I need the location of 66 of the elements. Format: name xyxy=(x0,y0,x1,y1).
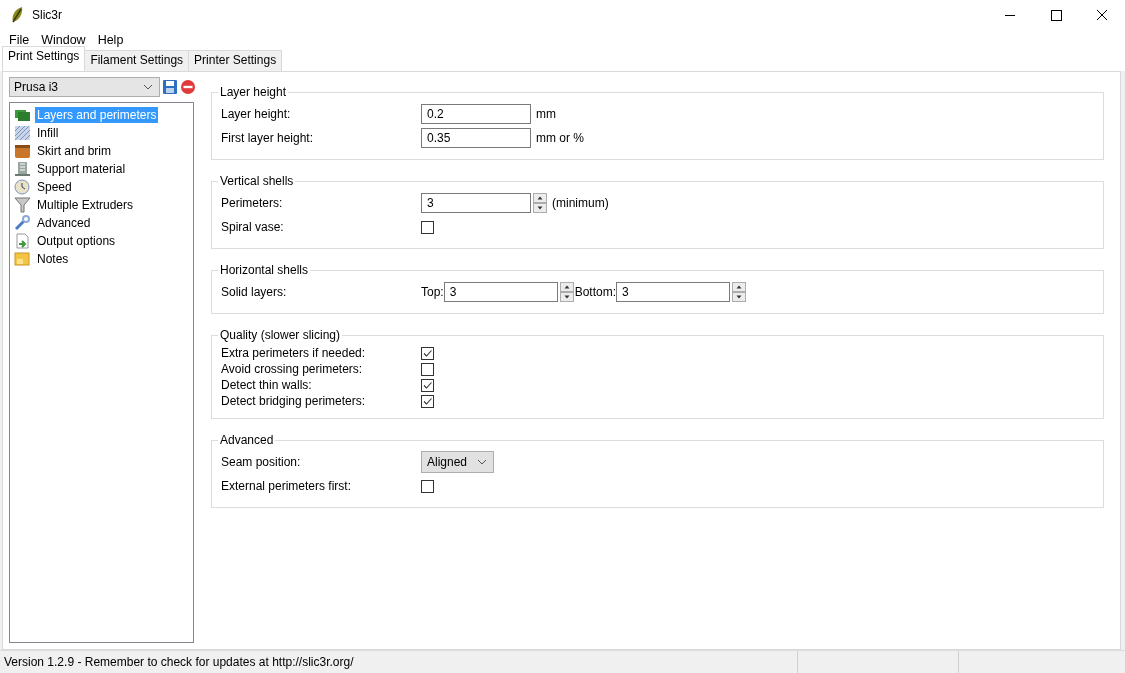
document-arrow-icon xyxy=(14,233,31,249)
field-label: Perimeters: xyxy=(221,196,284,210)
checkbox[interactable] xyxy=(421,362,434,376)
input-field[interactable]: 0.2 xyxy=(421,104,531,124)
group-title: Quality (slower slicing) xyxy=(219,328,342,342)
group-title: Vertical shells xyxy=(219,174,295,188)
leaf-icon xyxy=(10,6,24,24)
box-icon xyxy=(14,143,31,159)
menu-item[interactable]: Help xyxy=(91,32,130,47)
field-label: Solid layers: xyxy=(221,285,288,299)
input-field[interactable]: 0.35 xyxy=(421,128,531,148)
field-label: Avoid crossing perimeters: xyxy=(221,362,364,376)
sidebar-item[interactable]: Notes xyxy=(35,251,71,267)
field-label: Layer height: xyxy=(221,107,292,121)
unit-label: mm xyxy=(536,107,556,121)
window-title: Slic3r xyxy=(32,8,62,22)
field-label: Detect bridging perimeters: xyxy=(221,394,367,408)
note-icon xyxy=(14,251,31,267)
field-label: Detect thin walls: xyxy=(221,378,313,392)
field-label: Seam position: xyxy=(221,455,302,469)
group-title: Layer height xyxy=(219,85,288,99)
field-label: Top: xyxy=(421,285,444,299)
caret-icon xyxy=(143,84,153,90)
menu-item[interactable]: Window xyxy=(35,32,92,47)
sidebar-item[interactable]: Skirt and brim xyxy=(35,143,114,159)
tab[interactable]: Filament Settings xyxy=(84,50,190,71)
input-field[interactable]: 3 xyxy=(616,282,731,302)
delete-icon[interactable] xyxy=(180,79,196,95)
sidebar-item[interactable]: Advanced xyxy=(35,215,93,231)
field-label: Spiral vase: xyxy=(221,220,285,234)
preset-dropdown[interactable]: Prusa i3 xyxy=(9,77,160,97)
hatch-icon xyxy=(14,125,31,141)
building-icon xyxy=(14,161,31,177)
sidebar-item[interactable]: Output options xyxy=(35,233,118,249)
input-field[interactable]: 3 xyxy=(421,193,531,213)
clock-icon xyxy=(14,179,31,195)
sidebar-item[interactable]: Support material xyxy=(35,161,128,177)
unit-label: (minimum) xyxy=(552,196,609,210)
checkbox[interactable] xyxy=(421,220,434,234)
sidebar-item[interactable]: Speed xyxy=(35,179,74,195)
funnel-icon xyxy=(14,197,31,213)
field-label: Bottom: xyxy=(574,285,617,299)
sidebar-item[interactable]: Multiple Extruders xyxy=(35,197,136,213)
spin-button[interactable] xyxy=(732,282,747,302)
layers-icon xyxy=(14,107,31,123)
save-icon[interactable] xyxy=(162,79,178,95)
input-field[interactable]: 3 xyxy=(443,282,558,302)
menu-item[interactable]: File xyxy=(3,32,36,47)
checkbox[interactable] xyxy=(421,346,434,360)
unit-label: mm or % xyxy=(536,131,584,145)
group-title: Horizontal shells xyxy=(219,263,310,277)
tab[interactable]: Printer Settings xyxy=(188,50,283,71)
checkbox[interactable] xyxy=(421,394,434,408)
spin-button[interactable] xyxy=(559,282,574,302)
field-label: First layer height: xyxy=(221,131,315,145)
status-text: Version 1.2.9 - Remember to check for updates at http://slic3r.org/ xyxy=(3,654,355,671)
group-title: Advanced xyxy=(219,433,275,447)
field-label: Extra perimeters if needed: xyxy=(221,346,367,360)
field-label: External perimeters first: xyxy=(221,479,353,493)
caret-icon xyxy=(477,459,487,465)
checkbox[interactable] xyxy=(421,378,434,392)
spin-button[interactable] xyxy=(533,193,547,213)
seam-position-dropdown[interactable]: Aligned xyxy=(421,451,494,473)
sidebar-item[interactable]: Infill xyxy=(35,125,61,141)
checkbox[interactable] xyxy=(421,479,434,493)
tab[interactable]: Print Settings xyxy=(2,46,86,71)
